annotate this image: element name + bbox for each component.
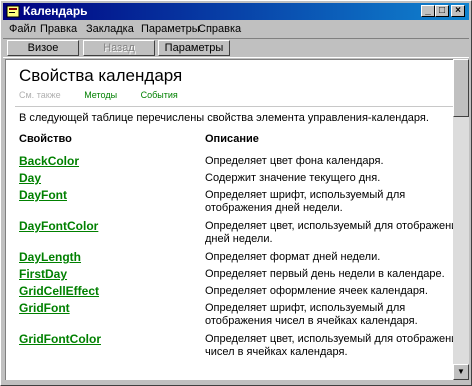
title-bar[interactable]: Календарь _ □ × <box>3 3 469 20</box>
help-window: Календарь _ □ × Файл Правка Закладка Пар… <box>0 0 472 386</box>
help-content-pane: Свойства календаря См. также Методы Собы… <box>5 59 454 380</box>
property-link[interactable]: FirstDay <box>19 267 67 281</box>
maximize-button[interactable]: □ <box>435 5 449 17</box>
property-link[interactable]: DayFont <box>19 188 67 202</box>
help-book-icon <box>6 5 20 18</box>
property-description: Определяет формат дней недели. <box>205 251 381 263</box>
show-help-button[interactable]: Визое справки <box>7 40 79 68</box>
close-button[interactable]: × <box>451 5 465 17</box>
property-description: Определяет цвет, используемый для отобра… <box>205 333 454 358</box>
menu-file[interactable]: Файл <box>9 21 36 37</box>
options-button[interactable]: Параметры <box>158 40 230 56</box>
methods-link[interactable]: Методы <box>84 90 117 100</box>
minimize-button[interactable]: _ <box>421 5 435 17</box>
related-links: См. также Методы События <box>19 90 199 100</box>
property-link[interactable]: GridCellEffect <box>19 284 99 298</box>
toolbar: Визое справки Назад Параметры <box>3 38 469 68</box>
column-header-description: Описание <box>205 133 259 145</box>
menu-options[interactable]: Параметры <box>141 21 200 37</box>
divider <box>15 106 454 107</box>
column-header-property: Свойство <box>19 133 72 145</box>
vertical-scrollbar[interactable]: ▼ <box>453 59 469 380</box>
property-link[interactable]: DayFontColor <box>19 219 98 233</box>
intro-text: В следующей таблице перечислены свойства… <box>19 112 429 124</box>
property-link[interactable]: GridFontColor <box>19 332 101 346</box>
scroll-thumb[interactable] <box>453 59 469 117</box>
property-description: Определяет оформление ячеек календаря. <box>205 285 428 297</box>
close-icon: × <box>455 5 461 16</box>
events-link[interactable]: События <box>141 90 178 100</box>
arrow-down-icon: ▼ <box>457 367 465 376</box>
property-link[interactable]: DayLength <box>19 250 81 264</box>
see-also-link[interactable]: См. также <box>19 90 61 100</box>
property-link[interactable]: GridFont <box>19 301 70 315</box>
window-title: Календарь <box>23 4 88 18</box>
page-title: Свойства календаря <box>19 66 183 85</box>
scroll-down-button[interactable]: ▼ <box>453 364 469 380</box>
property-description: Определяет цвет фона календаря. <box>205 155 384 167</box>
menu-edit[interactable]: Правка <box>40 21 77 37</box>
back-button[interactable]: Назад <box>83 40 155 56</box>
property-link[interactable]: Day <box>19 171 41 185</box>
property-description: Определяет цвет, используемый для отобра… <box>205 220 454 245</box>
property-description: Содержит значение текущего дня. <box>205 172 381 184</box>
menu-bar: Файл Правка Закладка Параметры Справка <box>3 21 469 37</box>
minimize-icon: _ <box>425 5 431 16</box>
menu-help[interactable]: Справка <box>198 21 241 37</box>
maximize-icon: □ <box>438 5 446 16</box>
property-description: Определяет шрифт, используемый для отобр… <box>205 302 418 327</box>
menu-bookmark[interactable]: Закладка <box>86 21 134 37</box>
property-description: Определяет шрифт, используемый для отобр… <box>205 189 406 214</box>
property-description: Определяет первый день недели в календар… <box>205 268 445 280</box>
property-link[interactable]: BackColor <box>19 154 79 168</box>
